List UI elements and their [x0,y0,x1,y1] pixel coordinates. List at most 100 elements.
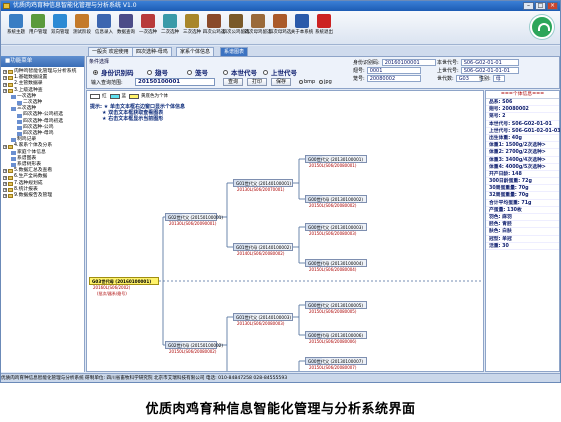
info-value[interactable]: 母 [492,75,505,82]
expand-toggle-icon[interactable]: + [3,169,7,174]
expand-toggle-icon[interactable]: + [3,175,7,180]
node-subtext: 20150L(S06/20080005) [309,309,357,314]
detail-row: 出生体重: 40g [486,135,559,143]
node-subtext: 20150L(S06/20080001) [309,163,357,168]
toolbar-button-1[interactable]: 用户管理 [27,13,49,43]
folder-icon [8,88,13,93]
expand-toggle-icon[interactable]: + [3,181,7,186]
toolbar-button-label: 系统退出 [315,30,333,35]
search-mode-radio-0[interactable]: 身份识别码 [93,67,134,77]
main-content: 一般页 欢迎使用 四次选种-母鸡 家系个体信息 系谱图表 条件选择 身份识别码 翅号 笼号… [86,46,560,372]
g0-node-3[interactable]: G00世代母 (20130100004) [305,259,367,267]
info-value[interactable]: S06-G02-01-01 [460,59,519,66]
hen-icon [251,14,265,28]
g0-node-2[interactable]: G00世代父 (20130100003) [305,223,367,231]
g2-node-0[interactable]: G02世代父 (20150100001) [165,213,223,221]
detail-panel: ===个体信息=== 品系: S06 翅号: 20080002 笼号: 2 本世代号:… [485,90,560,372]
format-bmp-option[interactable]: bmp [299,79,315,85]
toolbar-button-3[interactable]: 测试阶段 [71,13,93,43]
about-icon [295,14,309,28]
expand-toggle-icon[interactable]: + [3,144,7,149]
search-mode-radio-2[interactable]: 笼号 [187,67,208,77]
detail-row: 产蛋量: 130枚 [486,207,559,214]
g0-node-0[interactable]: G00世代父 (20130100001) [305,155,367,163]
g0-node-4[interactable]: G00世代父 (20130100005) [305,301,367,309]
node-subtext: 20150L(S06/20080004) [309,267,357,272]
node-label: G01世代母 (20140100002) [236,245,292,250]
info-field-4: 上世代号: S06-G02-01-01-01 [437,67,519,74]
toolbar-button-11[interactable]: 四次母鸡留选 [245,13,272,43]
save-button[interactable]: 保存 [271,78,292,86]
doc-icon [11,138,16,143]
query-button[interactable]: 查询 [223,78,244,86]
info-value[interactable]: 20080002 [366,75,421,82]
sidebar-item[interactable]: +9.数据报告及管理 [3,193,82,199]
minimize-button[interactable]: – [523,2,534,10]
g0-node-1[interactable]: G00世代母 (20130100002) [305,195,367,203]
radio-dot [147,69,152,75]
toolbar-button-0[interactable]: 系统主题 [5,13,27,43]
expand-toggle-icon[interactable]: + [3,88,7,93]
toolbar-button-12[interactable]: 四次母鸡选 [269,13,291,43]
tab-0[interactable]: 一般页 欢迎使用 [88,47,133,56]
toolbar-button-10[interactable]: 四次公鸡留选 [223,13,250,43]
toolbar-button-8[interactable]: 三次选种 [181,13,203,43]
expand-toggle-icon[interactable]: + [3,76,7,81]
toolbar-button-14[interactable]: 系统退出 [313,13,335,43]
close-button[interactable]: × [547,2,558,10]
condition-label: 条件选择 [89,59,110,65]
node-label: G01世代父 (20140100001) [236,181,292,186]
toolbar-button-4[interactable]: 信息录入 [93,13,115,43]
toolbar-button-13[interactable]: 关于本系统 [291,13,313,43]
info-value[interactable]: 20160100001 [381,59,436,66]
detail-row: 开产日龄: 148 [486,171,559,179]
radio-dot [93,69,98,75]
info-value[interactable]: S06-G02-01-01-01 [460,67,519,74]
title-bar: 优质肉鸡育种信息智能化管理与分析系统 V1.0 – □ × [1,1,560,11]
search-mode-radio-4[interactable]: 上世代号 [263,67,297,77]
g1-node-0[interactable]: G01世代父 (20140100001) [233,179,293,187]
node-label: G00世代母 (20130100006) [308,333,364,338]
expand-toggle-icon[interactable]: + [3,187,7,192]
toolbar-button-7[interactable]: 二次选种 [159,13,181,43]
toolbar-button-6[interactable]: 一次选种 [137,13,159,43]
node-subtext: 20150L(S06/20080002) [169,349,217,354]
wifi-status-icon[interactable] [530,15,554,39]
doc-icon [11,94,16,99]
expand-toggle-icon[interactable]: + [3,82,7,87]
g1-node-2[interactable]: G01世代父 (20140100003) [233,313,293,321]
info-value[interactable]: G03 [455,75,482,82]
legend-swatch-blue [109,93,120,99]
doc-icon [17,125,22,130]
doc-icon [11,163,16,168]
g0-node-5[interactable]: G00世代母 (20130100006) [305,331,367,339]
g1-node-1[interactable]: G01世代母 (20140100002) [233,243,293,251]
radio-dot [263,69,268,75]
g0-node-6[interactable]: G00世代父 (20130100007) [305,357,367,365]
print-button[interactable]: 打印 [247,78,268,86]
toolbar-button-9[interactable]: 四次公鸡选 [203,13,225,43]
format-jpg-option[interactable]: jpg [319,79,332,85]
toolbar-button-2[interactable]: 双向管理 [49,13,71,43]
folder-icon [8,144,13,149]
expand-toggle-icon[interactable]: + [3,70,7,75]
tab-1[interactable]: 四次选种-母鸡 [132,47,172,56]
toolbar-button-5[interactable]: 数据查询 [115,13,137,43]
folder-icon [8,169,13,174]
query-input[interactable]: 20150100001 [135,78,215,86]
query-icon [119,14,133,28]
g2-node-1[interactable]: G02世代母 (20150100002) [165,341,223,349]
search-mode-radio-1[interactable]: 翅号 [147,67,168,77]
detail-row: 活重: 30 [486,243,559,250]
info-label: 笼号: [353,76,365,82]
expand-toggle-icon[interactable]: + [3,194,7,199]
tab-2[interactable]: 家系个体信息 [176,47,215,56]
node-subtext: 20150L(S06/20080003) [309,231,357,236]
node-label: G02世代父 (20150100001) [168,215,224,220]
radio-label: 身份识别码 [101,69,134,77]
tab-3[interactable]: 系谱图表 [220,47,249,56]
info-value[interactable]: 0001 [366,67,421,74]
search-mode-radio-3[interactable]: 本世代号 [223,67,257,77]
maximize-button[interactable]: □ [535,2,546,10]
root-node[interactable]: G03世代母 (20160100001) [89,277,159,285]
